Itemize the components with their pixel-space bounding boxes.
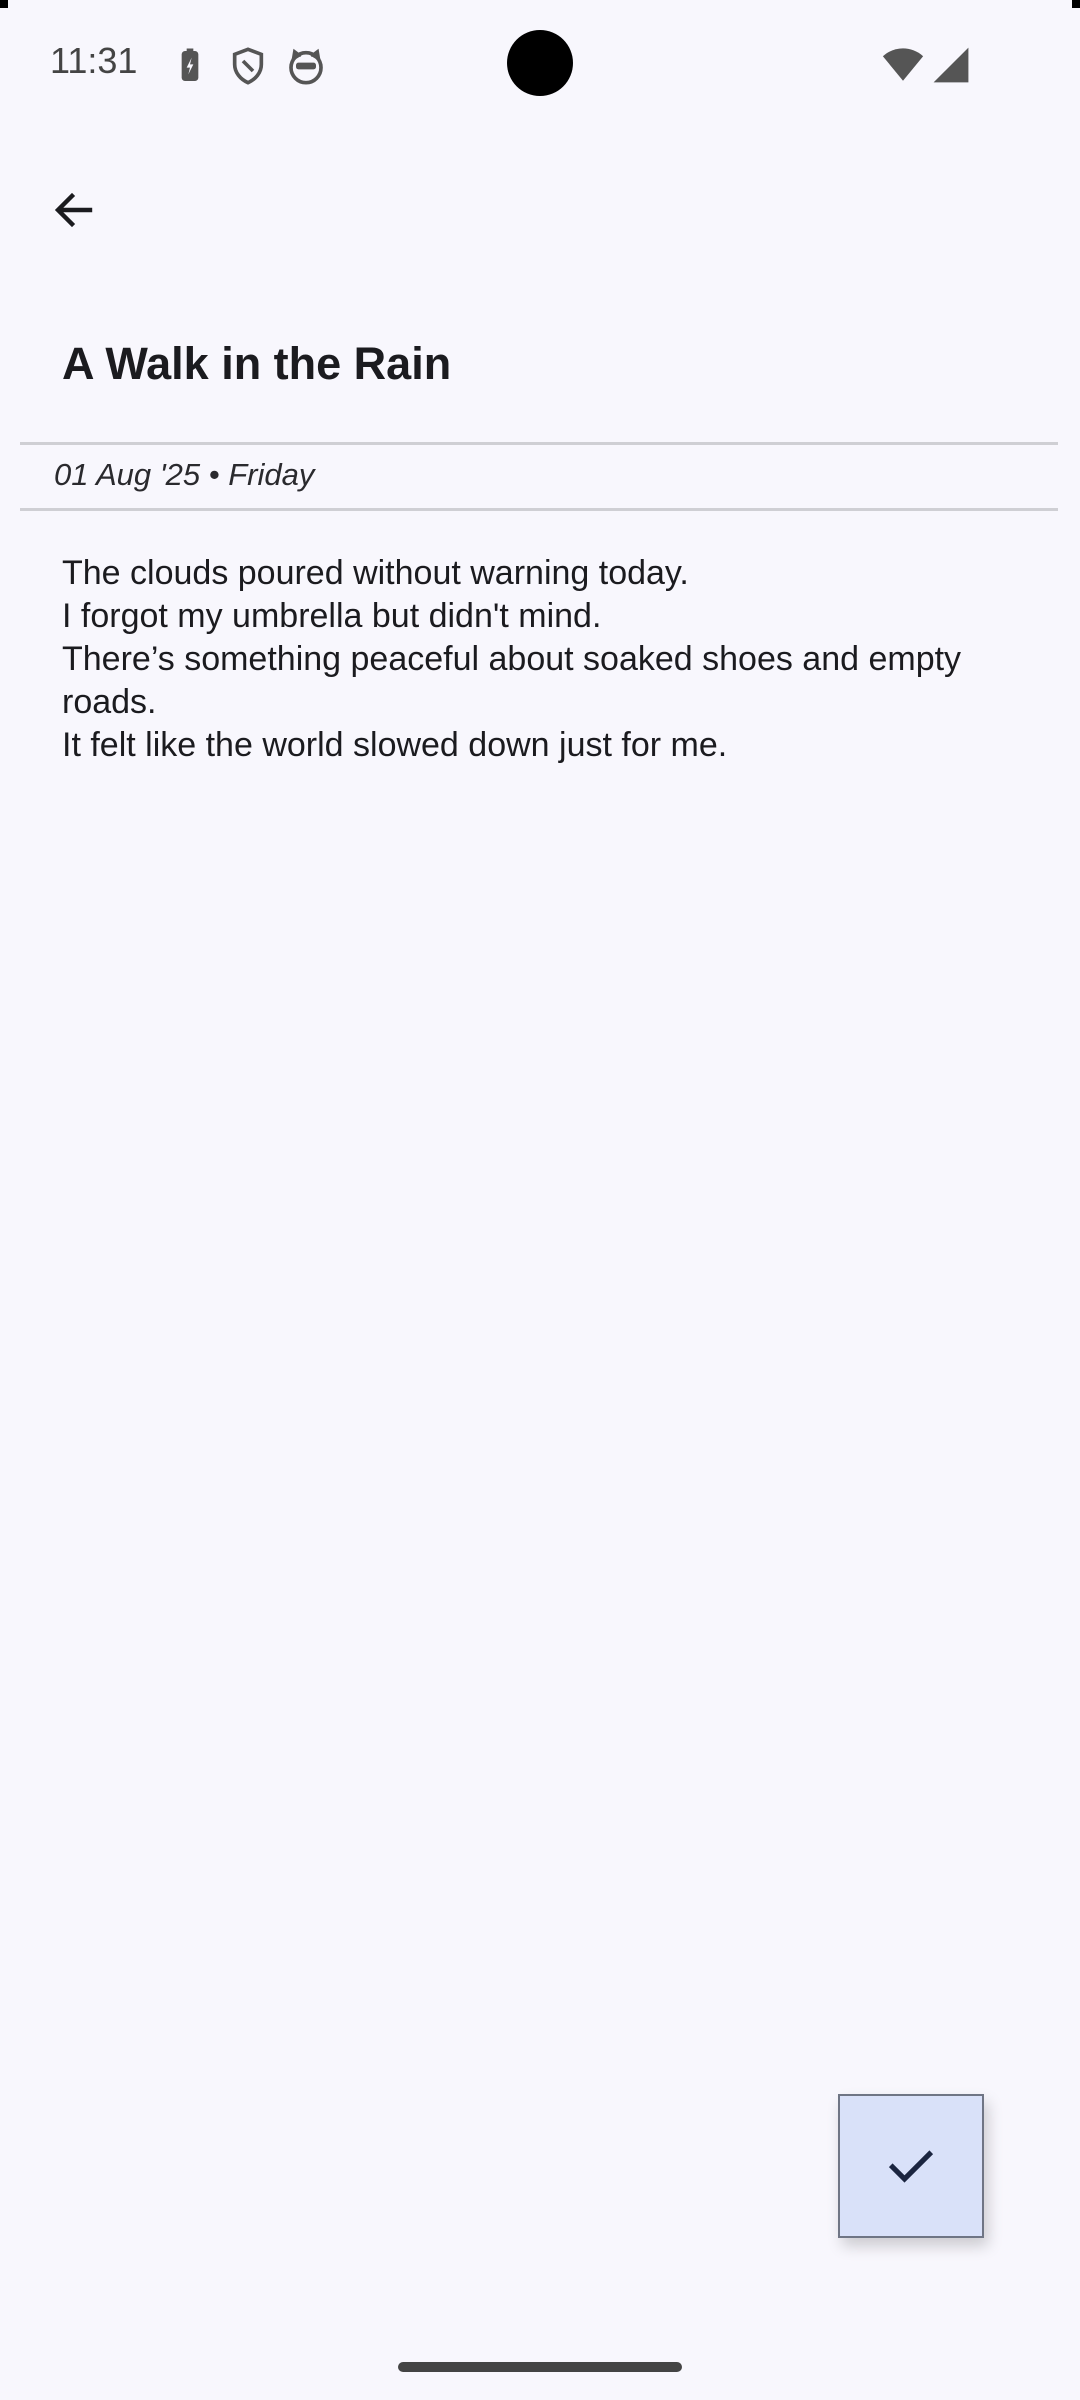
- wifi-icon: [882, 47, 924, 88]
- arrow-back-icon: [54, 192, 93, 228]
- entry-line: It felt like the world slowed down just …: [62, 726, 728, 764]
- title-divider: [20, 442, 1058, 445]
- entry-date[interactable]: 01 Aug '25 • Friday: [54, 457, 314, 493]
- shield-icon: [228, 46, 268, 86]
- entry-line: I forgot my umbrella but didn't mind.: [62, 597, 602, 635]
- gesture-nav-handle[interactable]: [398, 2362, 682, 2372]
- entry-body-text[interactable]: The clouds poured without warning today.…: [62, 552, 1022, 767]
- entry-title[interactable]: A Walk in the Rain: [62, 338, 451, 390]
- back-button[interactable]: [36, 172, 112, 248]
- entry-line: There’s something peaceful about soaked …: [62, 640, 971, 721]
- date-divider: [20, 508, 1058, 511]
- save-entry-button[interactable]: [838, 2094, 984, 2238]
- check-icon: [888, 2150, 934, 2183]
- status-time: 11:31: [50, 40, 138, 81]
- entry-line: The clouds poured without warning today.: [62, 554, 689, 592]
- battery-saver-icon: [170, 46, 210, 86]
- status-bar: 11:31: [0, 0, 1080, 130]
- camera-cutout: [507, 30, 573, 96]
- status-icons-left: [170, 46, 326, 86]
- cellular-signal-icon: [932, 46, 970, 89]
- cat-face-icon: [286, 46, 326, 86]
- status-icons-right: [882, 46, 970, 89]
